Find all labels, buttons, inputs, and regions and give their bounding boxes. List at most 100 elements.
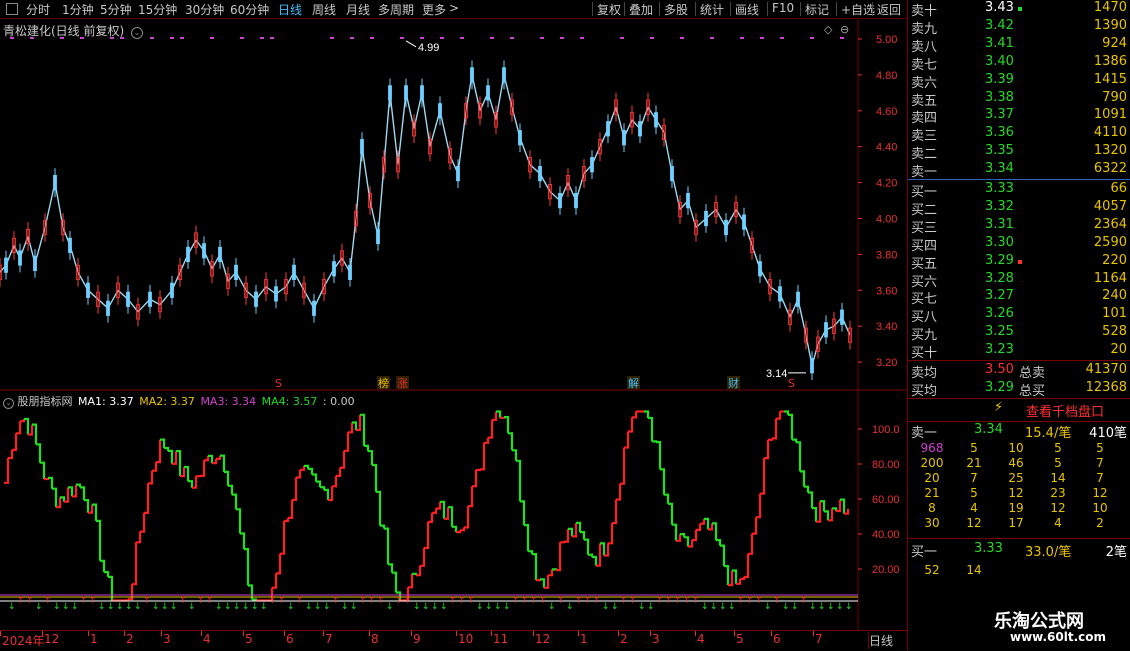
signal-dot bbox=[170, 37, 174, 39]
action-8-button[interactable]: 返回 bbox=[877, 1, 901, 18]
oscillator-segment bbox=[276, 554, 280, 574]
arrow-down-icon: ↓ bbox=[647, 602, 655, 612]
action-6-button[interactable]: 标记 bbox=[805, 1, 829, 18]
candle-body bbox=[187, 247, 190, 261]
event-marker[interactable]: S bbox=[275, 377, 282, 390]
oscillator-segment bbox=[764, 440, 768, 458]
date-label: 5 bbox=[736, 632, 744, 646]
sell-level-1[interactable]: 卖一3.346322 bbox=[908, 161, 1130, 179]
sell-queue-cell: 46 bbox=[996, 456, 1036, 470]
arrow-down-icon: ↓ bbox=[422, 602, 430, 612]
sell-level-7[interactable]: 卖七3.401386 bbox=[908, 54, 1130, 72]
period-4[interactable]: 30分钟 bbox=[185, 1, 224, 18]
toolbar-divider bbox=[695, 2, 696, 16]
price-line bbox=[0, 75, 850, 366]
buy-level-7[interactable]: 买七3.27240 bbox=[908, 288, 1130, 306]
action-4-button[interactable]: 画线 bbox=[735, 1, 759, 18]
period-6[interactable]: 日线 bbox=[278, 1, 302, 18]
period-9[interactable]: 多周期 bbox=[378, 1, 414, 18]
sell-level-6[interactable]: 卖六3.391415 bbox=[908, 72, 1130, 90]
sell-level-5[interactable]: 卖五3.38790 bbox=[908, 90, 1130, 108]
oscillator-segment bbox=[672, 525, 676, 541]
oscillator-segment bbox=[368, 451, 372, 465]
oscillator-segment bbox=[716, 540, 720, 546]
window-icon[interactable] bbox=[6, 3, 18, 15]
level-label: 卖一 bbox=[911, 161, 937, 180]
action-1-button[interactable]: 叠加 bbox=[629, 1, 653, 18]
arrow-up-icon: ↑ bbox=[296, 596, 304, 606]
sell-queue-cell: 17 bbox=[996, 516, 1036, 530]
main-chart[interactable]: 5.004.804.604.404.204.003.803.603.403.20… bbox=[0, 19, 907, 391]
action-0-button[interactable]: 复权 bbox=[597, 1, 621, 18]
sell-level-4[interactable]: 卖四3.371091 bbox=[908, 107, 1130, 125]
candle-body bbox=[235, 265, 238, 279]
sell-summary: 卖均3.50总卖41370 bbox=[908, 362, 1130, 380]
oscillator-segment bbox=[80, 487, 84, 500]
event-marker[interactable]: 财 bbox=[728, 376, 739, 390]
price-tick: 4.40 bbox=[876, 142, 897, 154]
circle-icon[interactable]: ⊖ bbox=[840, 23, 849, 36]
chevron-down-icon[interactable]: ⌄ bbox=[131, 27, 143, 39]
view-full-depth-button[interactable]: ⚡查看千档盘口 bbox=[908, 399, 1130, 421]
period-8[interactable]: 月线 bbox=[346, 1, 370, 18]
buy-level-3[interactable]: 买三3.312364 bbox=[908, 217, 1130, 235]
sell-queue-cell: 8 bbox=[912, 501, 952, 515]
sell-level-8[interactable]: 卖八3.41924 bbox=[908, 36, 1130, 54]
action-3-button[interactable]: 统计 bbox=[700, 1, 724, 18]
buy-level-10[interactable]: 买十3.2320 bbox=[908, 342, 1130, 360]
diamond-icon[interactable]: ◇ bbox=[824, 23, 833, 36]
indicator-chart[interactable]: 100.080.0060.0040.0020.00↓↑↑↓↑↓↓↓↑↑↓↓↓↓↓… bbox=[0, 391, 907, 630]
period-7[interactable]: 周线 bbox=[312, 1, 336, 18]
level-price: 3.33 bbox=[985, 181, 1014, 196]
signal-dot bbox=[580, 37, 584, 39]
sell-queue-cell: 14 bbox=[1038, 471, 1078, 485]
sell-level-2[interactable]: 卖二3.351320 bbox=[908, 143, 1130, 161]
period-2[interactable]: 5分钟 bbox=[100, 1, 132, 18]
arrow-up-icon: ↑ bbox=[89, 596, 97, 606]
arrow-up-icon: ↑ bbox=[269, 596, 277, 606]
date-label: 5 bbox=[245, 632, 253, 646]
buy-level-2[interactable]: 买二3.324057 bbox=[908, 199, 1130, 217]
period-5[interactable]: 60分钟 bbox=[230, 1, 269, 18]
toolbar-divider bbox=[624, 2, 625, 16]
buy-level-4[interactable]: 买四3.302590 bbox=[908, 235, 1130, 253]
sell-level-3[interactable]: 卖三3.364110 bbox=[908, 125, 1130, 143]
oscillator-segment bbox=[376, 492, 380, 526]
period-0[interactable]: 分时 bbox=[26, 1, 50, 18]
buy-level-8[interactable]: 买八3.26101 bbox=[908, 306, 1130, 324]
arrow-up-icon: ↑ bbox=[44, 596, 52, 606]
sell-level-10[interactable]: 卖十3.431470 bbox=[908, 0, 1130, 18]
sell-queue-price: 3.34 bbox=[974, 422, 1003, 437]
oscillator-segment bbox=[472, 470, 476, 486]
sell-queue-cell: 7 bbox=[1080, 471, 1120, 485]
arrow-down-icon: ↓ bbox=[728, 602, 736, 612]
action-5-button[interactable]: F10 bbox=[772, 1, 794, 15]
period-1[interactable]: 1分钟 bbox=[62, 1, 94, 18]
gear-icon[interactable]: ⌄ bbox=[3, 398, 14, 409]
oscillator-segment bbox=[512, 450, 516, 461]
oscillator-segment bbox=[100, 561, 104, 572]
event-marker[interactable]: 解 bbox=[628, 376, 639, 390]
arrow-down-icon: ↓ bbox=[548, 602, 556, 612]
buy-level-6[interactable]: 买六3.281164 bbox=[908, 271, 1130, 289]
sell-queue-cell: 30 bbox=[912, 516, 952, 530]
sell-level-9[interactable]: 卖九3.421390 bbox=[908, 18, 1130, 36]
arrow-down-icon: ↓ bbox=[638, 602, 646, 612]
signal-dot bbox=[420, 37, 424, 39]
date-label: 12 bbox=[535, 632, 550, 646]
toolbar-divider bbox=[836, 2, 837, 16]
action-2-button[interactable]: 多股 bbox=[664, 1, 688, 18]
period-3[interactable]: 15分钟 bbox=[138, 1, 177, 18]
period-10[interactable]: 更多 bbox=[422, 1, 446, 18]
signal-dot bbox=[150, 37, 154, 39]
event-marker[interactable]: 涨 bbox=[397, 377, 408, 390]
action-7-button[interactable]: +自选 bbox=[841, 1, 875, 18]
buy-level-9[interactable]: 买九3.25528 bbox=[908, 324, 1130, 342]
buy-level-1[interactable]: 买一3.3366 bbox=[908, 181, 1130, 199]
event-marker[interactable]: 榜 bbox=[378, 376, 389, 390]
buy-level-5[interactable]: 买五3.29220 bbox=[908, 253, 1130, 271]
event-marker[interactable]: S bbox=[788, 377, 795, 390]
oscillator-segment bbox=[104, 572, 108, 577]
chevron-right-icon[interactable]: > bbox=[449, 1, 459, 15]
date-tick bbox=[369, 631, 370, 636]
